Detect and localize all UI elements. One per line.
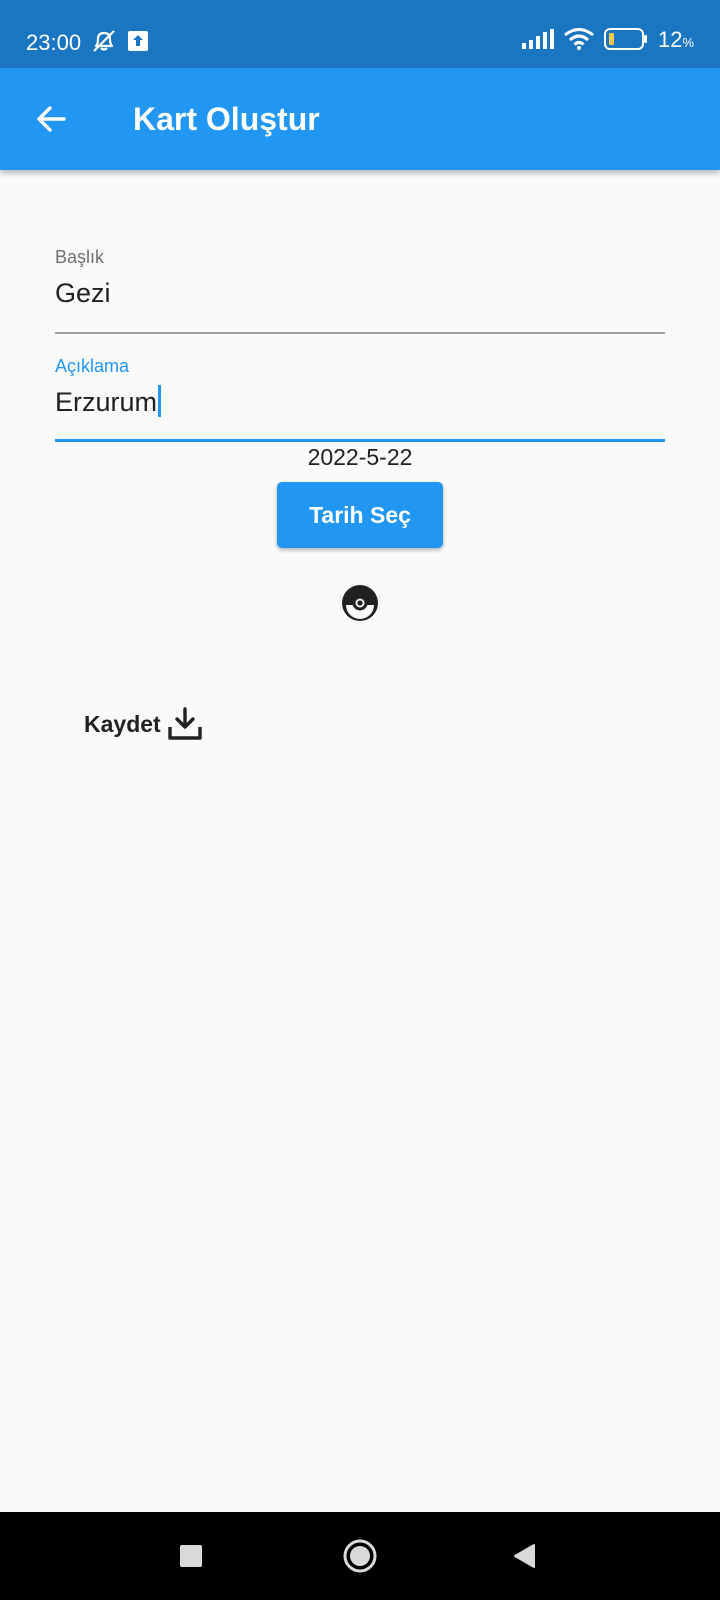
- pokeball-icon[interactable]: [341, 584, 379, 622]
- recents-button[interactable]: [169, 1534, 213, 1578]
- status-bar: 23:00 12%: [0, 0, 720, 68]
- status-time: 23:00: [26, 30, 82, 55]
- home-icon: [343, 1539, 377, 1573]
- save-button[interactable]: Kaydet: [84, 704, 203, 744]
- battery-percent: 12%: [658, 27, 694, 56]
- status-right: 12%: [521, 27, 694, 56]
- text-cursor: [158, 385, 162, 417]
- download-icon: [168, 707, 202, 740]
- save-label: Kaydet: [84, 711, 161, 737]
- alarm-off-icon: [90, 29, 118, 58]
- status-left-icons: [90, 29, 148, 58]
- recents-icon: [180, 1545, 202, 1567]
- battery-unit: %: [682, 35, 694, 50]
- upload-icon: [128, 31, 148, 56]
- description-field[interactable]: Açıklama Erzurum: [55, 355, 665, 445]
- back-icon: [514, 1544, 535, 1568]
- title-field-underline: [55, 332, 665, 334]
- back-button[interactable]: [26, 94, 76, 144]
- description-field-value: Erzurum: [55, 387, 158, 417]
- description-field-value-row[interactable]: Erzurum: [55, 385, 665, 419]
- system-nav-bar: [0, 1512, 720, 1600]
- battery-icon: [603, 28, 648, 55]
- description-field-label: Açıklama: [55, 356, 130, 376]
- signal-icon: [521, 29, 554, 54]
- arrow-back-icon: [37, 106, 66, 132]
- title-field-value[interactable]: Gezi: [55, 276, 665, 310]
- pick-date-button[interactable]: Tarih Seç: [277, 482, 443, 548]
- selected-date: 2022-5-22: [307, 444, 413, 470]
- wifi-icon: [564, 28, 594, 55]
- page-title: Kart Oluştur: [133, 101, 320, 137]
- app-bar: Kart Oluştur: [0, 68, 720, 170]
- nav-back-button[interactable]: [503, 1534, 547, 1578]
- home-button[interactable]: [338, 1534, 382, 1578]
- pick-date-label: Tarih Seç: [309, 501, 411, 528]
- title-field[interactable]: Başlık Gezi: [55, 246, 665, 336]
- title-field-label: Başlık: [55, 247, 105, 267]
- battery-value: 12: [657, 27, 683, 52]
